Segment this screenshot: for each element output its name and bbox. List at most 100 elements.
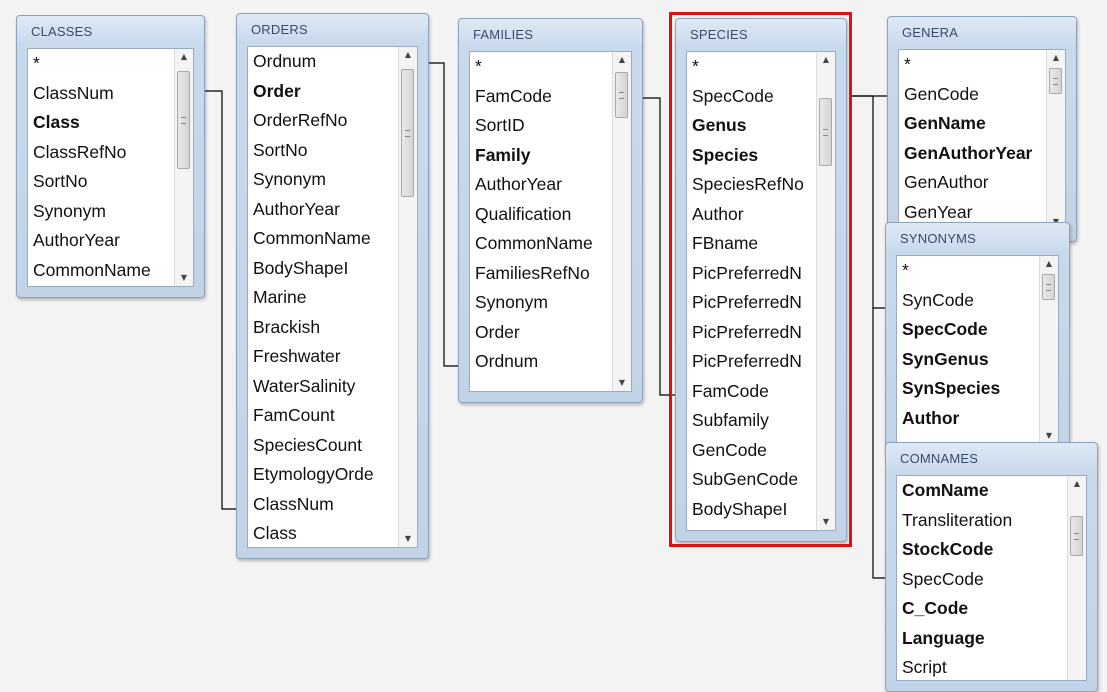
- field-item[interactable]: C_Code: [902, 594, 1086, 624]
- families-field-list[interactable]: * FamCode SortID Family AuthorYear Qualificat…: [469, 51, 632, 392]
- species-table[interactable]: SPECIES * SpecCode Genus Species SpeciesRefN…: [675, 18, 847, 542]
- field-item[interactable]: SpecCode: [902, 565, 1086, 595]
- species-field-list[interactable]: * SpecCode Genus Species SpeciesRefNo Author F…: [686, 51, 836, 531]
- species-scrollbar[interactable]: ▲ ▼: [816, 52, 835, 530]
- field-item[interactable]: CommonName: [33, 256, 193, 286]
- field-item[interactable]: FamCount: [253, 401, 417, 431]
- scroll-down-arrow-icon[interactable]: ▼: [175, 270, 193, 286]
- field-item[interactable]: WaterSalinity: [253, 372, 417, 402]
- field-item[interactable]: GenName: [904, 109, 1065, 139]
- comnames-table[interactable]: COMNAMES ComName Transliteration StockCode…: [885, 442, 1098, 692]
- scroll-thumb[interactable]: [615, 72, 628, 118]
- classes-table[interactable]: CLASSES * ClassNum Class ClassRefNo SortNo Sy…: [16, 15, 205, 298]
- field-item[interactable]: PicPreferredN: [692, 318, 835, 348]
- orders-table[interactable]: ORDERS Ordnum Order OrderRefNo SortNo Synony…: [236, 13, 429, 559]
- field-item[interactable]: OrderRefNo: [253, 106, 417, 136]
- field-item[interactable]: Marine: [253, 283, 417, 313]
- families-scrollbar[interactable]: ▲ ▼: [612, 52, 631, 391]
- field-item[interactable]: Freshwater: [253, 342, 417, 372]
- scroll-thumb[interactable]: [819, 98, 832, 166]
- field-item[interactable]: BodyShapeI: [253, 254, 417, 284]
- scroll-up-arrow-icon[interactable]: ▲: [175, 49, 193, 65]
- field-item[interactable]: EtymologyOrde: [253, 460, 417, 490]
- field-item[interactable]: Author: [902, 404, 1058, 434]
- field-item[interactable]: Qualification: [475, 200, 631, 230]
- field-item[interactable]: Transliteration: [902, 506, 1086, 536]
- scroll-up-arrow-icon[interactable]: ▲: [1040, 256, 1058, 272]
- genera-scrollbar[interactable]: ▲ ▼: [1046, 50, 1065, 230]
- field-item[interactable]: SpeciesRefNo: [692, 170, 835, 200]
- field-item[interactable]: GenCode: [904, 80, 1065, 110]
- field-item[interactable]: SubGenCode: [692, 465, 835, 495]
- scroll-thumb[interactable]: [401, 69, 414, 197]
- field-item[interactable]: StockCode: [902, 535, 1086, 565]
- field-item[interactable]: SortID: [475, 111, 631, 141]
- orders-field-list[interactable]: Ordnum Order OrderRefNo SortNo Synonym Author…: [247, 46, 418, 548]
- field-item[interactable]: PicPreferredN: [692, 259, 835, 289]
- field-item[interactable]: AuthorYear: [475, 170, 631, 200]
- synonyms-field-list[interactable]: * SynCode SpecCode SynGenus SynSpecies Author…: [896, 255, 1059, 445]
- scroll-down-arrow-icon[interactable]: ▼: [817, 514, 835, 530]
- field-item[interactable]: Order: [253, 77, 417, 107]
- scroll-thumb[interactable]: [177, 71, 190, 169]
- field-item[interactable]: SpecCode: [692, 82, 835, 112]
- families-table[interactable]: FAMILIES * FamCode SortID Family AuthorYear Q…: [458, 18, 643, 403]
- scroll-thumb[interactable]: [1070, 516, 1083, 556]
- field-item[interactable]: *: [904, 50, 1065, 80]
- synonyms-scrollbar[interactable]: ▲ ▼: [1039, 256, 1058, 444]
- field-item[interactable]: FBname: [692, 229, 835, 259]
- comnames-scrollbar[interactable]: ▲: [1067, 476, 1086, 680]
- field-item[interactable]: ComName: [902, 476, 1086, 506]
- field-item[interactable]: FamCode: [475, 82, 631, 112]
- field-item[interactable]: Synonym: [33, 197, 193, 227]
- scroll-thumb[interactable]: [1049, 68, 1062, 94]
- field-item[interactable]: CommonName: [475, 229, 631, 259]
- field-item[interactable]: Ordnum: [475, 347, 631, 377]
- field-item[interactable]: AuthorYear: [253, 195, 417, 225]
- field-item[interactable]: ClassRefNo: [33, 138, 193, 168]
- scroll-up-arrow-icon[interactable]: ▲: [1068, 476, 1086, 492]
- scroll-up-arrow-icon[interactable]: ▲: [613, 52, 631, 68]
- field-item[interactable]: GenCode: [692, 436, 835, 466]
- field-item[interactable]: *: [692, 52, 835, 82]
- field-item[interactable]: Subfamily: [692, 406, 835, 436]
- field-item[interactable]: Species: [692, 141, 835, 171]
- field-item[interactable]: Genus: [692, 111, 835, 141]
- field-item[interactable]: SynCode: [902, 286, 1058, 316]
- field-item[interactable]: CommonName: [253, 224, 417, 254]
- scroll-up-arrow-icon[interactable]: ▲: [399, 47, 417, 63]
- scroll-thumb[interactable]: [1042, 274, 1055, 300]
- field-item[interactable]: PicPreferredN: [692, 288, 835, 318]
- field-item[interactable]: AuthorYear: [33, 226, 193, 256]
- field-item[interactable]: PicPreferredN: [692, 347, 835, 377]
- field-item[interactable]: GenAuthor: [904, 168, 1065, 198]
- field-item[interactable]: Family: [475, 141, 631, 171]
- field-item[interactable]: *: [33, 49, 193, 79]
- field-item[interactable]: SpeciesCount: [253, 431, 417, 461]
- field-item[interactable]: Synonym: [475, 288, 631, 318]
- field-item[interactable]: BodyShapeI: [692, 495, 835, 525]
- scroll-up-arrow-icon[interactable]: ▲: [1047, 50, 1065, 66]
- scroll-up-arrow-icon[interactable]: ▲: [817, 52, 835, 68]
- field-item[interactable]: Brackish: [253, 313, 417, 343]
- field-item[interactable]: *: [475, 52, 631, 82]
- field-item[interactable]: ClassNum: [253, 490, 417, 520]
- field-item[interactable]: FamiliesRefNo: [475, 259, 631, 289]
- field-item[interactable]: ClassNum: [33, 79, 193, 109]
- field-item[interactable]: SynSpecies: [902, 374, 1058, 404]
- field-item[interactable]: Synonym: [253, 165, 417, 195]
- scroll-down-arrow-icon[interactable]: ▼: [613, 375, 631, 391]
- field-item[interactable]: SynGenus: [902, 345, 1058, 375]
- orders-scrollbar[interactable]: ▲ ▼: [398, 47, 417, 547]
- comnames-field-list[interactable]: ComName Transliteration StockCode SpecCode C…: [896, 475, 1087, 681]
- scroll-down-arrow-icon[interactable]: ▼: [399, 531, 417, 547]
- synonyms-table[interactable]: SYNONYMS * SynCode SpecCode SynGenus SynSpec…: [885, 222, 1070, 456]
- field-item[interactable]: Script: [902, 653, 1086, 680]
- field-item[interactable]: SpecCode: [902, 315, 1058, 345]
- field-item[interactable]: Ordnum: [253, 47, 417, 77]
- field-item[interactable]: Language: [902, 624, 1086, 654]
- genera-table[interactable]: GENERA * GenCode GenName GenAuthorYear GenAu…: [887, 16, 1077, 242]
- field-item[interactable]: Order: [475, 318, 631, 348]
- genera-field-list[interactable]: * GenCode GenName GenAuthorYear GenAuthor Gen…: [898, 49, 1066, 231]
- field-item[interactable]: FamCode: [692, 377, 835, 407]
